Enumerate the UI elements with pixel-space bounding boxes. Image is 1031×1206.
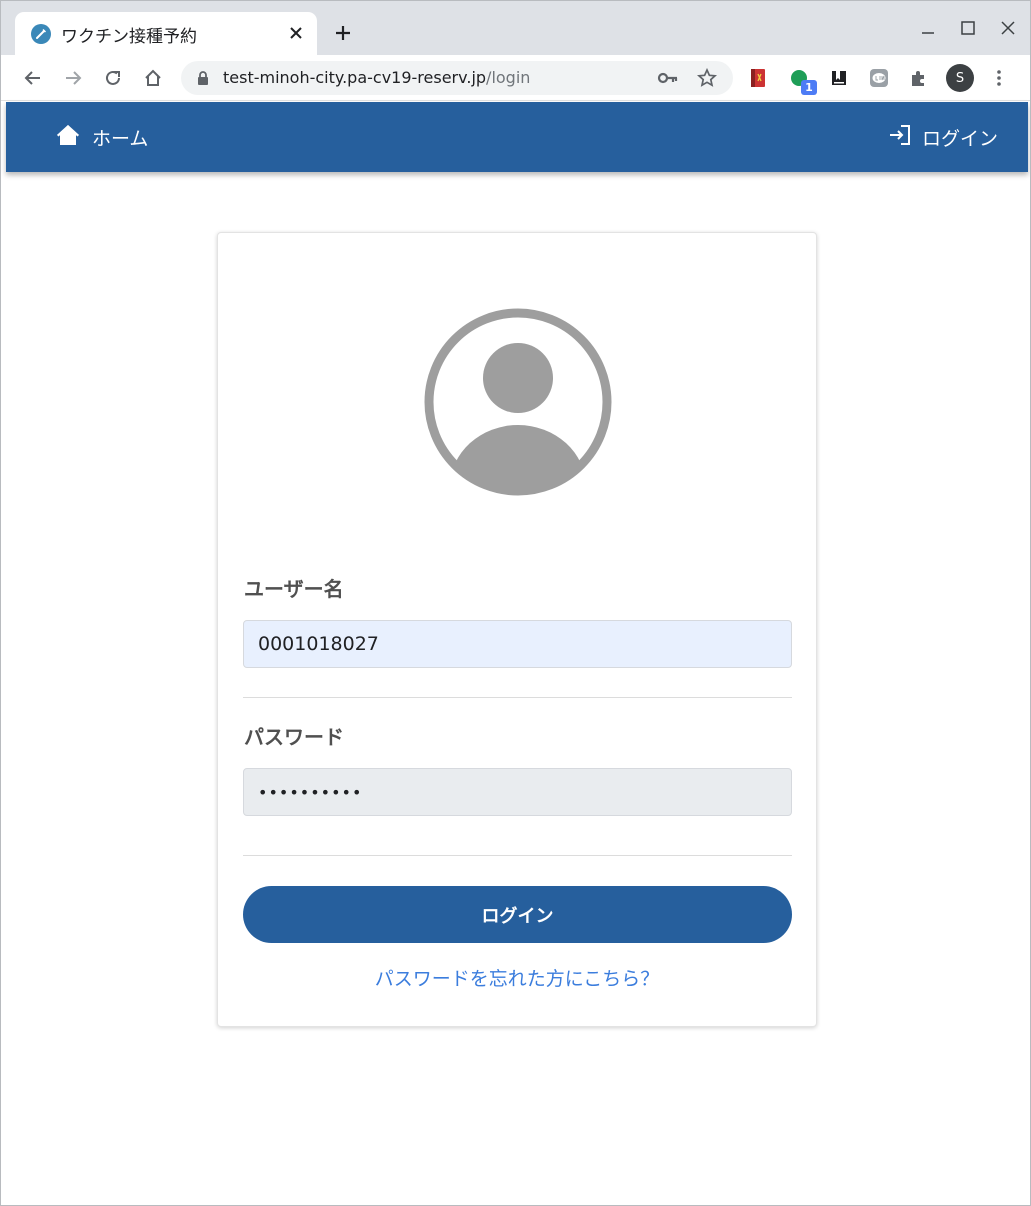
login-card: ユーザー名 0001018027 パスワード •••••••••• ログイン パ… (217, 232, 817, 1027)
url-text: test-minoh-city.pa-cv19-reserv.jp/login (223, 68, 530, 87)
new-tab-icon[interactable] (330, 20, 356, 46)
url-path: /login (486, 68, 531, 87)
login-button[interactable]: ログイン (243, 886, 792, 943)
key-icon[interactable] (657, 69, 679, 87)
nav-home-link[interactable]: ホーム (56, 124, 148, 150)
profile-avatar[interactable]: S (946, 64, 974, 92)
maximize-icon[interactable] (957, 17, 979, 39)
window-close-icon[interactable] (997, 17, 1019, 39)
red-book-extension-icon[interactable] (747, 67, 769, 89)
lock-icon (195, 70, 211, 86)
house-icon (56, 123, 80, 152)
site-header: ホーム ログイン (6, 102, 1028, 172)
nav-home-label: ホーム (92, 127, 149, 150)
tab-title: ワクチン接種予約 (61, 27, 197, 47)
divider (243, 697, 792, 698)
puzzle-extensions-icon[interactable] (908, 67, 930, 89)
bookmark-star-icon[interactable] (696, 67, 718, 88)
line-extension-icon[interactable] (868, 67, 890, 89)
browser-window: ワクチン接種予約 test-minoh-city.pa-cv19-reserv.… (0, 0, 1031, 1206)
browser-toolbar: test-minoh-city.pa-cv19-reserv.jp/login (1, 55, 1030, 101)
back-arrow-icon[interactable] (21, 66, 45, 90)
browser-tab[interactable]: ワクチン接種予約 (15, 12, 317, 55)
tab-close-icon[interactable] (287, 24, 305, 42)
username-input[interactable]: 0001018027 (243, 620, 792, 668)
forward-arrow-icon[interactable] (61, 66, 85, 90)
nav-login-link[interactable]: ログイン (888, 124, 998, 150)
password-label: パスワード (244, 725, 344, 749)
extension-badge: 1 (801, 80, 817, 95)
syringe-favicon-icon (31, 24, 51, 44)
password-input[interactable]: •••••••••• (243, 768, 792, 816)
tab-strip: ワクチン接種予約 (1, 1, 1030, 55)
url-host: test-minoh-city.pa-cv19-reserv.jp (223, 68, 487, 87)
forgot-password-link[interactable]: パスワードを忘れた方にこちら？ (218, 964, 816, 991)
nav-login-label: ログイン (921, 127, 998, 150)
username-label: ユーザー名 (244, 577, 344, 601)
minimize-icon[interactable] (917, 17, 939, 39)
home-icon[interactable] (141, 66, 165, 90)
divider (243, 855, 792, 856)
user-avatar-icon (423, 307, 613, 497)
reload-icon[interactable] (101, 66, 125, 90)
address-bar[interactable]: test-minoh-city.pa-cv19-reserv.jp/login (181, 61, 733, 95)
sign-in-icon (888, 123, 912, 152)
chrome-menu-icon[interactable] (988, 67, 1010, 89)
bookmark-extension-icon[interactable] (828, 67, 850, 89)
